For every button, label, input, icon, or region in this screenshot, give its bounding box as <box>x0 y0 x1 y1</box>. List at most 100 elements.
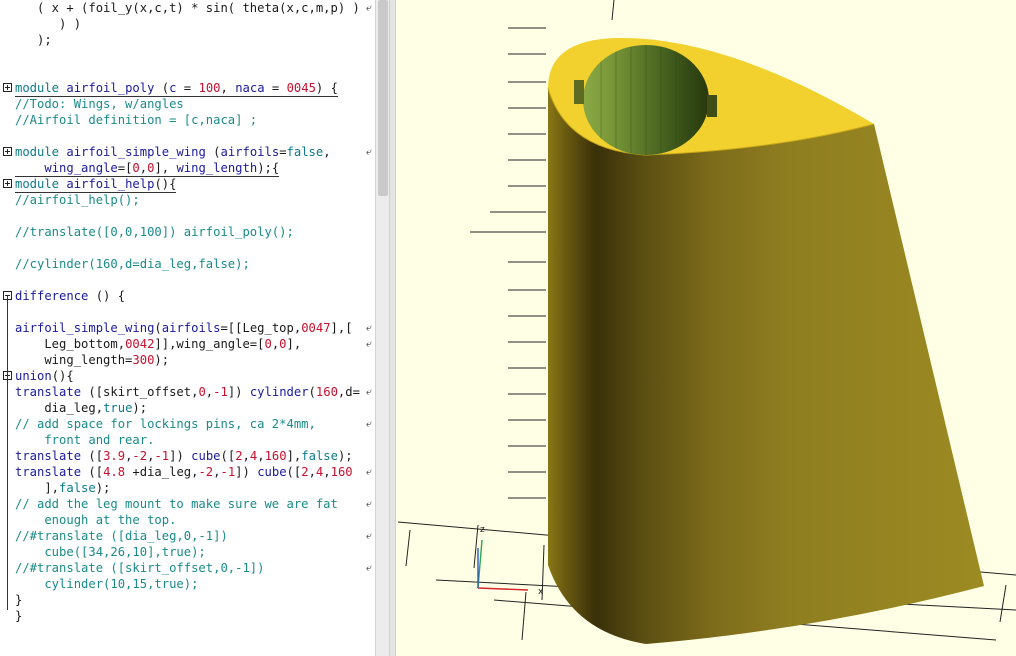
code-line[interactable] <box>0 304 375 320</box>
code-line[interactable]: translate ([3.9,-2,-1]) cube([2,4,160],f… <box>0 448 375 464</box>
code-token: 0045 <box>286 81 316 95</box>
code-token: ([ <box>81 465 104 479</box>
code-token: = <box>279 145 287 159</box>
code-line[interactable]: cube([34,26,10],true); <box>0 544 375 560</box>
code-line[interactable]: enough at the top. <box>0 512 375 528</box>
code-line[interactable]: //#translate ([skirt_offset,0,-1]) ⤶ <box>0 560 375 576</box>
code-line[interactable]: //translate([0,0,100]) airfoil_poly(); <box>0 224 375 240</box>
code-line[interactable]: //Airfoil definition = [c,naca] ; <box>0 112 375 128</box>
svg-text:z: z <box>480 525 485 535</box>
pane-splitter[interactable] <box>389 0 396 656</box>
fold-expand-icon[interactable] <box>3 83 12 92</box>
code-token: , <box>323 145 331 159</box>
code-token: () { <box>88 289 126 303</box>
code-token: ( x + (foil_y(x,c,t) * sin( theta(x,c,m,… <box>15 1 368 15</box>
code-line[interactable]: translate ([skirt_offset,0,-1]) cylinder… <box>0 384 375 400</box>
code-line[interactable] <box>0 64 375 80</box>
code-token: airfoils <box>220 145 280 159</box>
code-token: =[[Leg_top, <box>220 321 302 335</box>
code-token: 160 <box>330 465 353 479</box>
code-line[interactable]: wing_length=300); <box>0 352 375 368</box>
code-line[interactable]: ( x + (foil_y(x,c,t) * sin( theta(x,c,m,… <box>0 0 375 16</box>
code-text: wing_angle=[0,0], wing_length);{ <box>15 160 280 177</box>
code-token: translate <box>15 385 82 399</box>
code-token: ) { <box>315 81 338 95</box>
code-token: //Airfoil definition = [c,naca] ; <box>15 113 258 127</box>
code-token: false <box>59 481 96 495</box>
code-text: union(){ <box>15 368 74 384</box>
wrap-arrow-icon: ⤶ <box>365 145 372 158</box>
code-text: //translate([0,0,100]) airfoil_poly(); <box>15 224 294 240</box>
code-text: wing_length=300); <box>15 352 169 368</box>
code-line[interactable]: //cylinder(160,d=dia_leg,false); <box>0 256 375 272</box>
code-token: ); <box>337 449 353 463</box>
code-text: module airfoil_simple_wing (airfoils=fal… <box>15 144 331 160</box>
wrap-arrow-icon: ⤶ <box>365 337 372 350</box>
wrap-arrow-icon: ⤶ <box>365 497 372 510</box>
code-token: , <box>220 81 236 95</box>
code-token: } <box>15 593 23 607</box>
code-token: //airfoil_help(); <box>15 193 140 207</box>
code-token: module <box>15 177 60 191</box>
code-line[interactable]: dia_leg,true); <box>0 400 375 416</box>
code-line[interactable]: // add space for lockings pins, ca 2*4mm… <box>0 416 375 432</box>
3d-viewport[interactable]: z x <box>396 0 1016 656</box>
fold-expand-icon[interactable] <box>3 147 12 156</box>
render-canvas[interactable]: z x <box>396 0 1016 656</box>
code-line[interactable]: union(){ <box>0 368 375 384</box>
code-token: ( <box>205 145 221 159</box>
code-text: //#translate ([dia_leg,0,-1]) <box>15 528 228 544</box>
code-line[interactable] <box>0 48 375 64</box>
code-line[interactable]: //#translate ([dia_leg,0,-1]) ⤶ <box>0 528 375 544</box>
code-token: +dia_leg, <box>125 465 199 479</box>
code-text: //Airfoil definition = [c,naca] ; <box>15 112 257 128</box>
fold-expand-icon[interactable] <box>3 179 12 188</box>
code-token: cube([34,26,10],true); <box>15 545 206 559</box>
code-token: ([ <box>81 449 104 463</box>
code-line[interactable]: // add the leg mount to make sure we are… <box>0 496 375 512</box>
code-line[interactable] <box>0 128 375 144</box>
code-token: //translate([0,0,100]) airfoil_poly(); <box>15 225 294 239</box>
code-token: =[ <box>117 161 133 175</box>
code-line[interactable]: translate ([4.8 +dia_leg,-2,-1]) cube([2… <box>0 464 375 480</box>
wrap-arrow-icon: ⤶ <box>365 1 372 14</box>
code-line[interactable]: front and rear. <box>0 432 375 448</box>
model-side-face <box>548 88 984 644</box>
code-token: 0 <box>279 337 287 351</box>
code-token: naca <box>235 81 265 95</box>
code-editor[interactable]: ( x + (foil_y(x,c,t) * sin( theta(x,c,m,… <box>0 0 375 656</box>
editor-scrollbar[interactable] <box>375 0 390 656</box>
code-line[interactable]: module airfoil_poly (c = 100, naca = 004… <box>0 80 375 97</box>
code-line[interactable] <box>0 272 375 288</box>
code-line[interactable]: ],false); <box>0 480 375 496</box>
code-line[interactable]: } <box>0 592 375 608</box>
code-token: ], <box>154 161 177 175</box>
code-line[interactable]: wing_angle=[0,0], wing_length);{ <box>0 160 375 177</box>
code-text: translate ([3.9,-2,-1]) cube([2,4,160],f… <box>15 448 353 464</box>
code-line[interactable]: difference () { <box>0 288 375 304</box>
code-text: ( x + (foil_y(x,c,t) * sin( theta(x,c,m,… <box>15 0 367 16</box>
code-line[interactable] <box>0 208 375 224</box>
code-line[interactable]: //airfoil_help(); <box>0 192 375 208</box>
code-token: 2 <box>301 465 309 479</box>
code-line[interactable]: ) ) <box>0 16 375 32</box>
code-text: ) ) <box>15 16 81 32</box>
scrollbar-thumb[interactable] <box>378 0 388 196</box>
code-text: airfoil_simple_wing(airfoils=[[Leg_top,0… <box>15 320 353 336</box>
code-line[interactable]: } <box>0 608 375 624</box>
code-text: //Todo: Wings, w/angles <box>15 96 184 112</box>
code-text: translate ([4.8 +dia_leg,-2,-1]) cube([2… <box>15 464 353 480</box>
code-line[interactable]: module airfoil_simple_wing (airfoils=fal… <box>0 144 375 160</box>
code-line[interactable] <box>0 240 375 256</box>
code-line[interactable]: ); <box>0 32 375 48</box>
code-line[interactable]: Leg_bottom,0042]],wing_angle=[0,0], ⤶ <box>0 336 375 352</box>
code-token: translate <box>15 449 82 463</box>
code-line[interactable]: cylinder(10,15,true); <box>0 576 375 592</box>
code-token: = <box>176 81 199 95</box>
code-line[interactable]: airfoil_simple_wing(airfoils=[[Leg_top,0… <box>0 320 375 336</box>
code-line[interactable]: module airfoil_help(){ <box>0 176 375 193</box>
code-line[interactable]: //Todo: Wings, w/angles <box>0 96 375 112</box>
code-token: ( <box>154 81 170 95</box>
code-token: ],[ <box>330 321 353 335</box>
code-token: wing_length <box>176 161 258 175</box>
